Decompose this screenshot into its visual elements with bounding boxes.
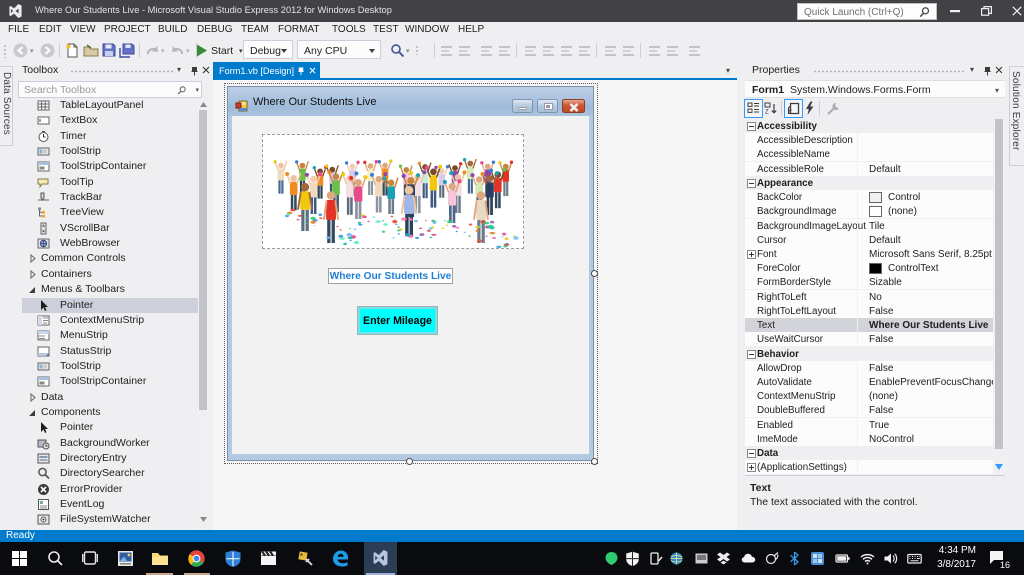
svg-text:Z: Z xyxy=(765,110,769,116)
